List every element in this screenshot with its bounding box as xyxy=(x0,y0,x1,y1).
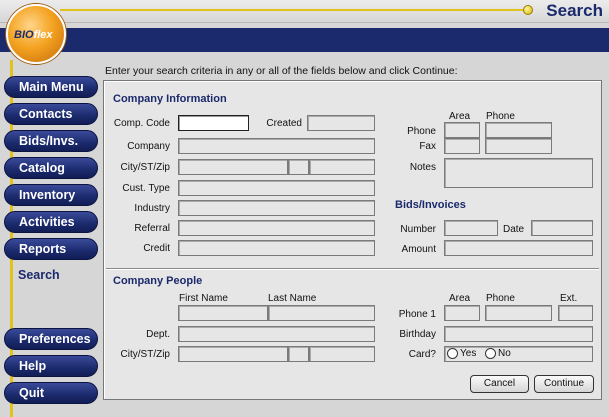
company-label: Company xyxy=(127,141,170,152)
bid-number-label: Number xyxy=(400,224,436,235)
nav-activities-button[interactable]: Activities xyxy=(4,211,98,233)
header-accent-dot xyxy=(523,5,533,15)
industry-label: Industry xyxy=(134,203,170,214)
notes-label: Notes xyxy=(409,162,436,173)
city-st-zip-label: City/ST/Zip xyxy=(120,162,170,173)
created-label: Created xyxy=(266,118,302,129)
card-no-label: No xyxy=(498,348,511,359)
amount-label: Amount xyxy=(401,244,436,255)
credit-input[interactable] xyxy=(178,240,375,256)
bid-date-label: Date xyxy=(503,224,525,235)
notes-textarea[interactable] xyxy=(444,158,593,188)
referral-label: Referral xyxy=(134,223,170,234)
cust-type-label: Cust. Type xyxy=(122,183,170,194)
first-name-header: First Name xyxy=(179,293,228,304)
bid-date-input[interactable] xyxy=(531,220,593,236)
company-input[interactable] xyxy=(178,138,375,154)
people-city-input[interactable] xyxy=(178,346,288,362)
last-name-input[interactable] xyxy=(268,305,375,321)
phone1-ext-input[interactable] xyxy=(558,305,593,321)
industry-input[interactable] xyxy=(178,200,375,216)
credit-label: Credit xyxy=(143,243,170,254)
nav-preferences-button[interactable]: Preferences xyxy=(4,328,98,350)
header-accent-line xyxy=(60,9,530,11)
phone1-label: Phone 1 xyxy=(398,309,436,320)
phone-number-input[interactable] xyxy=(485,122,552,138)
city-input[interactable] xyxy=(178,159,288,175)
state-input[interactable] xyxy=(288,159,309,175)
nav-inventory-button[interactable]: Inventory xyxy=(4,184,98,206)
dept-label: Dept. xyxy=(146,329,170,340)
fax-label: Fax xyxy=(419,141,436,152)
created-input[interactable] xyxy=(307,115,375,131)
people-area-header: Area xyxy=(449,293,471,304)
fax-number-input[interactable] xyxy=(485,138,552,154)
cancel-button[interactable]: Cancel xyxy=(470,375,529,393)
header-band xyxy=(0,28,609,52)
page-title: Search xyxy=(546,1,603,20)
company-people-title: Company People xyxy=(113,275,203,287)
card-no-radio[interactable] xyxy=(485,348,496,359)
cust-type-input[interactable] xyxy=(178,180,375,196)
fax-area-input[interactable] xyxy=(444,138,480,154)
phone-area-input[interactable] xyxy=(444,122,480,138)
nav-reports-button[interactable]: Reports xyxy=(4,238,98,260)
instruction-text: Enter your search criteria in any or all… xyxy=(105,65,458,77)
comp-code-input[interactable] xyxy=(178,115,249,131)
amount-input[interactable] xyxy=(444,240,593,256)
last-name-header: Last Name xyxy=(268,293,317,304)
nav-bids-button[interactable]: Bids/Invs. xyxy=(4,130,98,152)
comp-code-label: Comp. Code xyxy=(113,118,170,129)
nav-help-button[interactable]: Help xyxy=(4,355,98,377)
people-state-input[interactable] xyxy=(288,346,309,362)
continue-button[interactable]: Continue xyxy=(534,375,594,393)
birthday-label: Birthday xyxy=(399,329,436,340)
nav-contacts-button[interactable]: Contacts xyxy=(4,103,98,125)
phone-header: Phone xyxy=(486,111,515,122)
bids-invoices-title: Bids/Invoices xyxy=(395,199,466,211)
top-bar xyxy=(0,0,609,23)
people-zip-input[interactable] xyxy=(309,346,375,362)
nav-main-menu-button[interactable]: Main Menu xyxy=(4,76,98,98)
referral-input[interactable] xyxy=(178,220,375,236)
people-city-st-zip-label: City/ST/Zip xyxy=(120,349,170,360)
ext-header: Ext. xyxy=(560,293,578,304)
birthday-input[interactable] xyxy=(444,326,593,342)
company-info-title: Company Information xyxy=(113,93,227,105)
dept-input[interactable] xyxy=(178,326,375,342)
nav-quit-button[interactable]: Quit xyxy=(4,382,98,404)
nav-current-search: Search xyxy=(18,268,60,282)
phone1-number-input[interactable] xyxy=(485,305,552,321)
phone1-area-input[interactable] xyxy=(444,305,480,321)
nav-catalog-button[interactable]: Catalog xyxy=(4,157,98,179)
section-divider xyxy=(106,268,599,269)
zip-input[interactable] xyxy=(309,159,375,175)
phone-label: Phone xyxy=(407,126,436,137)
area-header: Area xyxy=(449,111,471,122)
first-name-input[interactable] xyxy=(178,305,268,321)
logo-text: BIOflex xyxy=(14,29,53,41)
card-yes-label: Yes xyxy=(460,348,477,359)
card-label: Card? xyxy=(408,349,436,360)
people-phone-header: Phone xyxy=(486,293,515,304)
bid-number-input[interactable] xyxy=(444,220,498,236)
card-yes-radio[interactable] xyxy=(447,348,458,359)
bioflex-logo: BIOflex xyxy=(6,4,66,64)
